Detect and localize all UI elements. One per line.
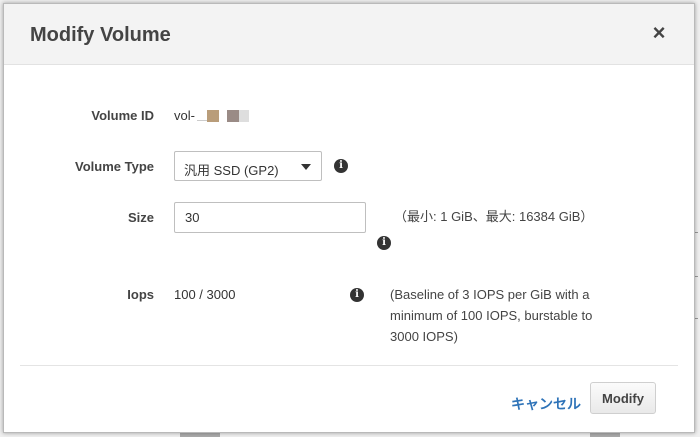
background-text <box>180 433 220 437</box>
volume-id-prefix: vol- <box>174 108 195 123</box>
redacted-block <box>226 110 239 122</box>
iops-label: Iops <box>127 287 154 302</box>
modify-volume-dialog: Modify Volume × Volume ID vol- Volume Ty… <box>3 3 695 433</box>
close-icon[interactable]: × <box>648 22 670 44</box>
info-icon[interactable]: i <box>350 288 364 302</box>
size-label: Size <box>127 210 154 225</box>
chevron-down-icon <box>301 164 311 170</box>
size-input[interactable] <box>174 202 366 233</box>
dialog-header: Modify Volume × <box>4 4 694 65</box>
iops-hint: (Baseline of 3 IOPS per GiB with a minim… <box>390 287 593 344</box>
volume-type-selected: 汎用 SSD (GP2) <box>184 163 279 178</box>
cancel-button[interactable]: キャンセル <box>511 394 581 414</box>
footer-divider <box>20 365 678 366</box>
dialog-title: Modify Volume <box>30 24 171 46</box>
redacted-block <box>238 110 249 122</box>
volume-id-label: Volume ID <box>91 108 154 123</box>
background-text <box>590 433 620 437</box>
info-icon[interactable]: i <box>334 159 348 173</box>
modify-button[interactable]: Modify <box>590 382 656 414</box>
volume-type-select[interactable]: 汎用 SSD (GP2) <box>174 151 322 181</box>
info-icon[interactable]: i <box>377 236 391 250</box>
iops-value: 100 / 3000 <box>174 287 236 302</box>
volume-id-value: vol- <box>174 108 249 123</box>
redacted-block <box>206 110 219 122</box>
size-hint: （最小: 1 GiB、最大: 16384 GiB） <box>394 209 594 224</box>
volume-type-label: Volume Type <box>75 159 154 174</box>
